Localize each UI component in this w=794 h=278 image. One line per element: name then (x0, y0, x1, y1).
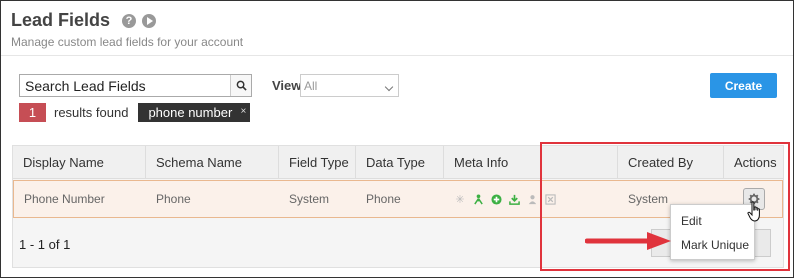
person-up-icon (472, 193, 484, 205)
header-divider (1, 55, 793, 56)
cell-data-type: Phone (366, 192, 401, 206)
results-row: 1 results found phone number × (19, 103, 251, 122)
play-video-icon[interactable] (142, 13, 157, 28)
pagination-text: 1 - 1 of 1 (19, 237, 71, 252)
page-title: Lead Fields (11, 10, 111, 30)
results-count-badge: 1 (19, 103, 46, 122)
search-box (19, 74, 252, 97)
page-header: Lead Fields ? Manage custom lead fields … (11, 10, 243, 49)
arrow-right-icon (585, 232, 671, 250)
person-icon (526, 193, 538, 205)
column-header-display-name[interactable]: Display Name (13, 146, 145, 179)
column-header-field-type[interactable]: Field Type (278, 146, 355, 179)
cell-schema-name: Phone (156, 192, 191, 206)
asterisk-icon: ✳ (455, 193, 465, 206)
view-selected-value: All (304, 79, 318, 93)
lead-fields-page: Lead Fields ? Manage custom lead fields … (0, 0, 794, 278)
plus-circle-icon (490, 193, 502, 205)
view-select[interactable]: All (300, 74, 399, 97)
cell-display-name: Phone Number (24, 192, 105, 206)
search-icon (236, 80, 247, 91)
view-label: View (272, 78, 302, 93)
download-icon (508, 193, 520, 205)
cell-field-type: System (289, 192, 330, 206)
close-icon[interactable]: × (240, 106, 246, 117)
column-header-schema-name[interactable]: Schema Name (145, 146, 278, 179)
page-subtitle: Manage custom lead fields for your accou… (11, 35, 244, 49)
results-label: results found (54, 105, 129, 120)
help-icon[interactable]: ? (122, 13, 137, 28)
column-header-data-type[interactable]: Data Type (355, 146, 443, 179)
filter-chip: phone number × (138, 103, 251, 122)
search-input[interactable] (20, 75, 230, 96)
chevron-down-icon (384, 82, 394, 92)
search-button[interactable] (230, 75, 251, 96)
create-button[interactable]: Create (710, 73, 777, 98)
filter-chip-label: phone number (148, 105, 233, 120)
